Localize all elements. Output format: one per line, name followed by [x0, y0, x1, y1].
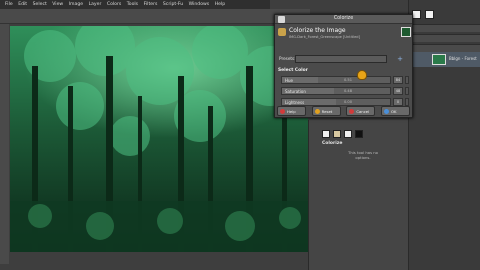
colorize-dialog: Colorize Colorize the Image IMG-Dark_For… — [274, 14, 413, 118]
menu-file[interactable]: File — [5, 0, 13, 9]
dialog-titlebar[interactable]: Colorize — [275, 15, 412, 24]
lightness-slider[interactable]: Lightness 0.00 0 — [281, 98, 409, 106]
reset-icon — [314, 108, 320, 114]
menu-help[interactable]: Help — [215, 0, 225, 9]
saturation-track-text: 0.48 — [344, 89, 353, 93]
tool-options-note: This tool has no options. — [348, 150, 379, 160]
device-status-icon[interactable] — [333, 130, 341, 138]
cancel-button-label: Cancel — [356, 108, 370, 114]
presets-label: Presets: — [279, 56, 296, 61]
menu-colors[interactable]: Colors — [107, 0, 121, 9]
layer-opacity-row[interactable] — [410, 34, 480, 42]
menu-select[interactable]: Select — [33, 0, 47, 9]
menu-image[interactable]: Image — [69, 0, 83, 9]
layers-dock-tabs — [412, 10, 438, 19]
saturation-value[interactable]: 48 — [393, 87, 403, 95]
hue-track-text: 0.51 — [344, 78, 353, 82]
dialog-title: Colorize — [333, 16, 354, 21]
menu-filters[interactable]: Filters — [144, 0, 158, 9]
layer-mode-row[interactable] — [410, 24, 480, 32]
ok-button-label: OK — [390, 108, 397, 114]
undo-history-icon[interactable] — [344, 130, 352, 138]
hue-slider[interactable]: Hue 0.51 84 — [281, 76, 409, 84]
lightness-track-text: 0.00 — [344, 100, 353, 104]
layers-tab-icon[interactable] — [412, 10, 421, 19]
reset-button-label: Reset — [321, 108, 333, 114]
menu-script-fu[interactable]: Script-Fu — [163, 0, 183, 9]
menu-tools[interactable]: Tools — [127, 0, 138, 9]
lightness-spin[interactable] — [405, 98, 409, 106]
help-button[interactable]: Help — [277, 106, 306, 116]
image-canvas[interactable] — [10, 26, 308, 252]
dialog-heading: Colorize the Image — [289, 27, 346, 34]
layer-lock-row[interactable] — [410, 44, 480, 52]
channels-tab-icon[interactable] — [425, 10, 434, 19]
help-icon — [280, 108, 285, 114]
images-icon[interactable] — [355, 130, 363, 138]
hue-spin[interactable] — [405, 76, 409, 84]
ok-icon — [383, 108, 389, 114]
lightness-track[interactable]: Lightness 0.00 — [281, 98, 391, 106]
colorize-icon — [278, 28, 286, 36]
vertical-ruler — [0, 24, 9, 264]
forest-image — [10, 26, 308, 252]
tool-options-tabs — [322, 130, 366, 138]
dialog-header: Colorize the Image IMG-Dark_Forest_Green… — [277, 26, 411, 48]
select-color-label: Select Color — [278, 68, 308, 73]
hue-value[interactable]: 84 — [393, 76, 403, 84]
tool-options-title: Colorize — [322, 141, 343, 146]
image-thumbnail — [401, 27, 411, 37]
saturation-label: Saturation — [285, 89, 306, 94]
dialog-subheading: IMG-Dark_Forest_Greenscape [Untitled] — [289, 35, 360, 39]
dialog-button-row: Help Reset Cancel OK — [274, 106, 413, 118]
hand-cursor-icon — [357, 70, 367, 80]
tool-options-icon[interactable] — [322, 130, 330, 138]
add-preset-icon[interactable]: + — [396, 55, 404, 63]
ok-button[interactable]: OK — [380, 106, 410, 116]
hue-label: Hue — [285, 78, 294, 83]
menu-layer[interactable]: Layer — [89, 0, 102, 9]
reset-button[interactable]: Reset — [311, 106, 341, 116]
lightness-value[interactable]: 0 — [393, 98, 403, 106]
horizontal-ruler — [0, 9, 310, 24]
cancel-button[interactable]: Cancel — [346, 106, 376, 116]
menu-view[interactable]: View — [52, 0, 63, 9]
cancel-icon — [349, 108, 355, 114]
menubar: File Edit Select View Image Layer Colors… — [0, 0, 270, 9]
saturation-slider[interactable]: Saturation 0.48 48 — [281, 87, 409, 95]
saturation-spin[interactable] — [405, 87, 409, 95]
gimp-window: File Edit Select View Image Layer Colors… — [0, 0, 480, 270]
presets-row: Presets: + — [279, 55, 411, 63]
hue-track[interactable]: Hue 0.51 — [281, 76, 391, 84]
menu-edit[interactable]: Edit — [18, 0, 27, 9]
layer-name[interactable]: Bblgn - Forest — [449, 56, 477, 61]
lightness-label: Lightness — [285, 100, 305, 105]
menu-windows[interactable]: Windows — [189, 0, 210, 9]
help-button-label: Help — [287, 108, 296, 114]
layer-thumbnail — [432, 54, 446, 65]
presets-combo[interactable] — [295, 55, 387, 63]
saturation-track[interactable]: Saturation 0.48 — [281, 87, 391, 95]
